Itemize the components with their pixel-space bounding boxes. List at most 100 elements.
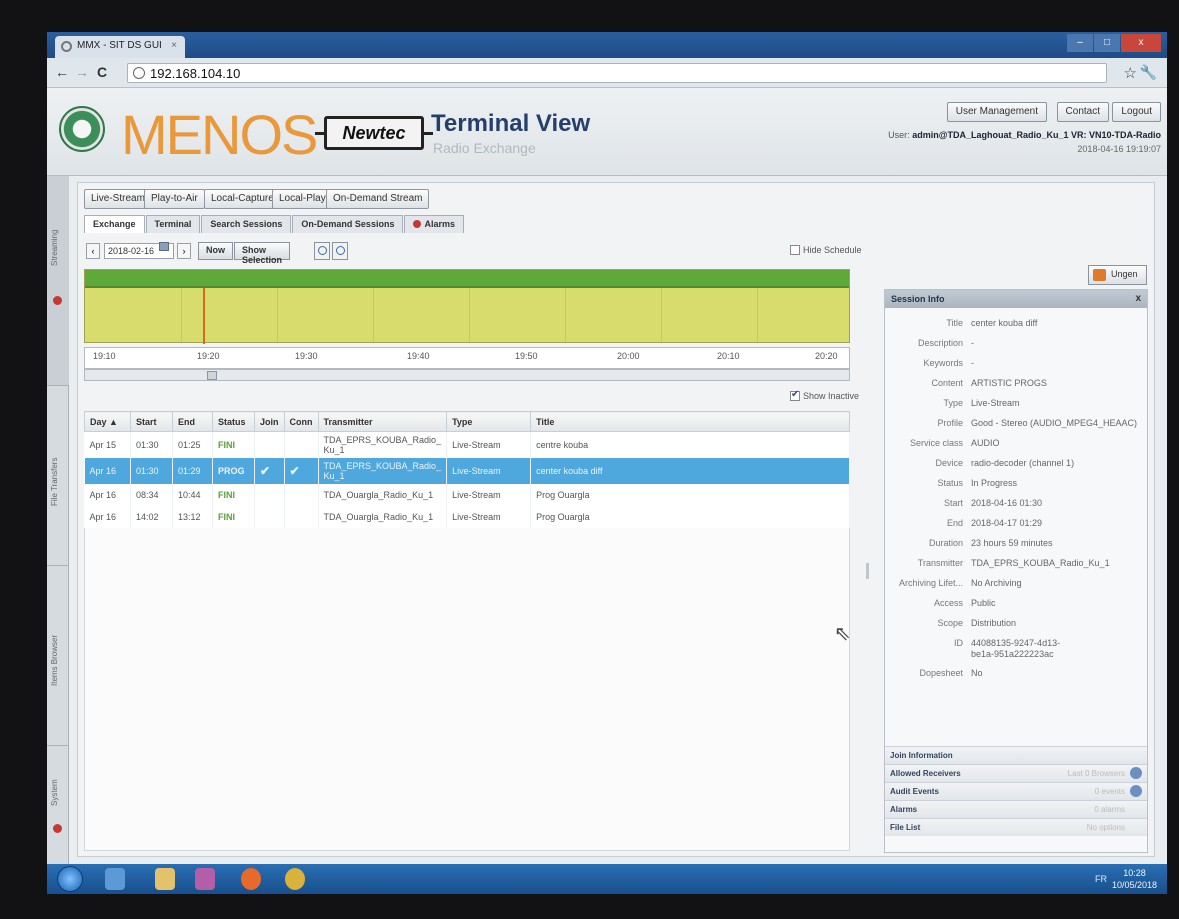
cell-end: 13:12 [172, 506, 213, 528]
maximize-button[interactable]: □ [1094, 34, 1120, 52]
show-inactive-label: Show Inactive [803, 391, 860, 401]
tab-exchange[interactable]: Exchange [84, 215, 145, 233]
session-info-panel: Session Info x Title center kouba diff De… [884, 289, 1148, 853]
col-status[interactable]: Status [212, 411, 255, 432]
play-to-air-button[interactable]: Play-to-Air [144, 189, 205, 209]
timeline-tick: 19:50 [515, 351, 538, 361]
on-demand-stream-button[interactable]: On-Demand Stream [326, 189, 430, 209]
browser-tab[interactable]: MMX - SIT DS GUI × [55, 36, 185, 58]
live-stream-button[interactable]: Live-Stream [84, 189, 152, 209]
field-label: Keywords [923, 358, 963, 368]
logout-button[interactable]: Logout [1112, 102, 1161, 122]
show-inactive-checkbox[interactable]: Show Inactive [790, 389, 860, 401]
col-day[interactable]: Day ▲ [84, 411, 131, 432]
chrome-icon[interactable] [285, 868, 305, 890]
close-icon[interactable]: x [1135, 293, 1141, 304]
cell-type: Live-Stream [446, 484, 532, 506]
timeline-active-band [85, 270, 849, 288]
hide-schedule-checkbox[interactable]: Hide Schedule [790, 245, 862, 255]
side-tab-file-transfers[interactable]: File Transfers [47, 386, 69, 566]
page-subtitle: Radio Exchange [433, 140, 536, 156]
timeline-tick: 19:40 [407, 351, 430, 361]
table-row-selected[interactable]: Apr 16 01:30 01:29 PROG ✔ ✔ TDA_EPRS_KOU… [84, 458, 850, 484]
calendar-icon[interactable] [159, 242, 169, 251]
next-day-button[interactable]: › [177, 243, 191, 259]
side-tab-items-browser[interactable]: Items Browser [47, 566, 69, 746]
refresh-icon[interactable] [1130, 767, 1142, 779]
field-value: 23 hours 59 minutes [971, 538, 1053, 548]
tab-search-sessions[interactable]: Search Sessions [201, 215, 292, 233]
timeline-tick: 19:10 [93, 351, 116, 361]
col-start[interactable]: Start [130, 411, 173, 432]
bookmark-star-icon[interactable]: ☆ [1124, 64, 1137, 82]
table-row[interactable]: Apr 16 08:34 10:44 FINI TDA_Ouargla_Radi… [84, 484, 850, 506]
section-allowed-receivers[interactable]: Allowed Receivers Last 0 Browsers [885, 764, 1147, 782]
side-tab-streaming[interactable]: Streaming [47, 176, 69, 386]
address-bar[interactable]: 192.168.104.10 [127, 63, 1107, 83]
col-join[interactable]: Join [254, 411, 285, 432]
section-audit-events[interactable]: Audit Events 0 events [885, 782, 1147, 800]
field-status: Status In Progress [885, 474, 1147, 494]
col-title[interactable]: Title [530, 411, 850, 432]
section-join-information[interactable]: Join Information [885, 746, 1147, 764]
section-alarms[interactable]: Alarms 0 alarms [885, 800, 1147, 818]
timeline-scrollbar[interactable] [84, 369, 850, 381]
col-type[interactable]: Type [446, 411, 532, 432]
user-management-button[interactable]: User Management [946, 102, 1047, 122]
ungen-button[interactable]: Ungen [1088, 265, 1147, 285]
cell-join [254, 506, 285, 528]
zoom-in-icon[interactable] [314, 242, 330, 260]
tab-on-demand-sessions[interactable]: On-Demand Sessions [292, 215, 404, 233]
section-file-list[interactable]: File List No options [885, 818, 1147, 836]
minimize-button[interactable]: – [1067, 34, 1093, 52]
file-explorer-icon[interactable] [155, 868, 175, 890]
internet-explorer-icon[interactable] [105, 868, 125, 890]
side-tab-label: File Transfers [50, 457, 59, 506]
now-button[interactable]: Now [198, 242, 233, 260]
tab-alarms[interactable]: Alarms [404, 215, 464, 233]
prev-day-button[interactable]: ‹ [86, 243, 100, 259]
local-play-button[interactable]: Local-Play [272, 189, 333, 209]
alarm-dot-icon [53, 824, 62, 833]
firefox-icon[interactable] [241, 868, 261, 890]
timeline-tick: 20:10 [717, 351, 740, 361]
start-button-icon[interactable] [57, 866, 83, 892]
timeline-scroll-thumb[interactable] [207, 371, 217, 380]
field-label: Archiving Lifet... [898, 578, 963, 588]
field-end: End 2018-04-17 01:29 [885, 514, 1147, 534]
panel-splitter-handle[interactable] [866, 563, 869, 579]
tab-alarms-label: Alarms [424, 219, 455, 229]
back-arrow-icon[interactable]: ← [55, 64, 69, 80]
taskbar-clock[interactable]: 10:28 10/05/2018 [1112, 867, 1157, 891]
cell-status: PROG [212, 458, 255, 484]
wrench-icon[interactable]: 🔧 [1140, 64, 1157, 81]
field-type: Type Live-Stream [885, 394, 1147, 414]
cell-transmitter: TDA_EPRS_KOUBA_Radio_ Ku_1 [318, 458, 448, 484]
table-row[interactable]: Apr 15 01:30 01:25 FINI TDA_EPRS_KOUBA_R… [84, 431, 850, 458]
local-capture-button[interactable]: Local-Capture [204, 189, 281, 209]
schedule-timeline[interactable] [84, 269, 850, 344]
show-selection-button[interactable]: Show Selection [234, 242, 291, 265]
col-transmitter[interactable]: Transmitter [317, 411, 448, 432]
field-label: Service class [909, 438, 963, 448]
system-tray[interactable]: FR [1095, 874, 1107, 884]
col-end[interactable]: End [172, 411, 213, 432]
tab-terminal[interactable]: Terminal [145, 215, 201, 233]
content-tabs: Exchange Terminal Search Sessions On-Dem… [84, 215, 465, 233]
contact-button[interactable]: Contact [1056, 102, 1109, 122]
cell-title: Prog Ouargla [530, 484, 850, 506]
col-conn[interactable]: Conn [283, 411, 319, 432]
forward-arrow-icon[interactable]: → [75, 64, 89, 80]
refresh-icon[interactable] [1130, 785, 1142, 797]
zoom-out-icon[interactable] [332, 242, 348, 260]
media-player-icon[interactable] [195, 868, 215, 890]
tab-close-icon[interactable]: × [171, 40, 177, 51]
field-value: center kouba diff [971, 318, 1038, 328]
ungen-label: Ungen [1111, 269, 1138, 279]
reload-icon[interactable]: C [97, 64, 107, 80]
close-window-button[interactable]: x [1121, 34, 1161, 52]
checkbox-checked-icon [790, 389, 800, 401]
side-tab-label: Streaming [50, 229, 59, 266]
side-tab-system[interactable]: System [47, 746, 69, 866]
table-row[interactable]: Apr 16 14:02 13:12 FINI TDA_Ouargla_Radi… [84, 506, 850, 528]
